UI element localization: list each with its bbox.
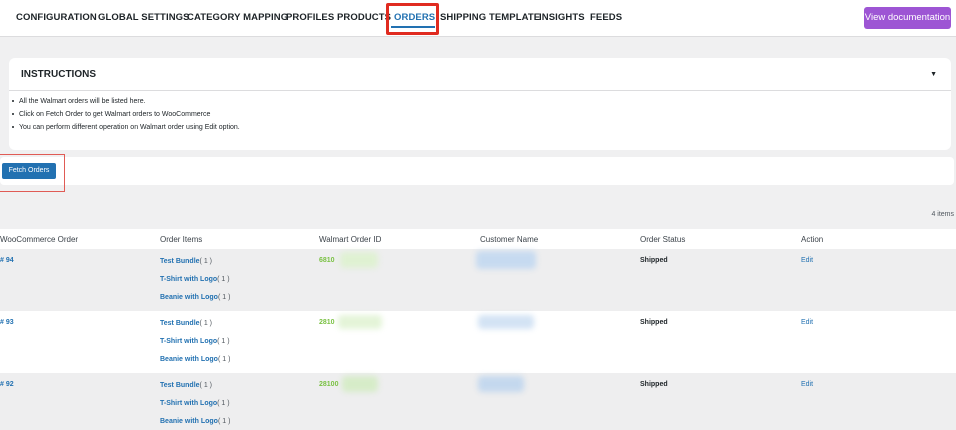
edit-link[interactable]: Edit	[801, 257, 813, 264]
instruction-item: You can perform different operation on W…	[12, 121, 240, 134]
bullet-icon	[12, 100, 14, 103]
header-walmart-order-id: Walmart Order ID	[319, 235, 382, 244]
view-documentation-button[interactable]: View documentation	[864, 7, 951, 29]
order-status: Shipped	[640, 257, 668, 264]
walmart-order-id: 2810	[319, 319, 335, 326]
nav-configuration[interactable]: CONFIGURATION	[16, 12, 97, 23]
instruction-item: Click on Fetch Order to get Walmart orde…	[12, 108, 240, 121]
item-link[interactable]: Test Bundle	[160, 258, 200, 265]
item-qty: ( 1 )	[217, 418, 231, 425]
item-qty: ( 1 )	[217, 356, 231, 363]
nav-feeds[interactable]: FEEDS	[590, 12, 622, 23]
item-qty: ( 1 )	[217, 338, 230, 345]
item-qty: ( 1 )	[199, 382, 212, 389]
edit-link[interactable]: Edit	[801, 319, 813, 326]
item-link[interactable]: Beanie with Logo	[160, 418, 218, 425]
bullet-icon	[12, 113, 14, 116]
item-link[interactable]: Test Bundle	[160, 382, 200, 389]
instruction-text: You can perform different operation on W…	[19, 124, 240, 131]
redacted-customer-name	[478, 376, 524, 392]
item-link[interactable]: Test Bundle	[160, 320, 200, 327]
header-woocommerce-order[interactable]: WooCommerce Order	[0, 235, 78, 244]
bullet-icon	[12, 126, 14, 129]
order-item: Test Bundle( 1 )	[160, 381, 230, 399]
fetch-orders-bar	[0, 157, 954, 185]
instruction-text: All the Walmart orders will be listed he…	[19, 98, 146, 105]
item-link[interactable]: Beanie with Logo	[160, 356, 218, 363]
table-row: # 93 Test Bundle( 1 ) T-Shirt with Logo(…	[0, 311, 956, 373]
instruction-item: All the Walmart orders will be listed he…	[12, 95, 240, 108]
item-link[interactable]: Beanie with Logo	[160, 294, 218, 301]
item-link[interactable]: T-Shirt with Logo	[160, 276, 217, 283]
order-item: Beanie with Logo( 1 )	[160, 293, 230, 311]
nav-category-mapping[interactable]: CATEGORY MAPPING	[187, 12, 288, 23]
items-count: 4 items	[931, 211, 954, 218]
order-number-link[interactable]: # 94	[0, 257, 14, 264]
order-items-cell: Test Bundle( 1 ) T-Shirt with Logo( 1 ) …	[160, 319, 230, 373]
fetch-highlight-box	[0, 154, 65, 192]
order-status: Shipped	[640, 319, 668, 326]
order-item: T-Shirt with Logo( 1 )	[160, 399, 230, 417]
instructions-panel: INSTRUCTIONS ▼ All the Walmart orders wi…	[9, 58, 951, 150]
header-customer-name: Customer Name	[480, 235, 539, 244]
redacted-order-id	[342, 376, 378, 392]
table-header: WooCommerce Order Order Items Walmart Or…	[0, 229, 956, 249]
walmart-order-id: 28100	[319, 381, 339, 388]
order-items-cell: Test Bundle( 1 ) T-Shirt with Logo( 1 ) …	[160, 257, 230, 311]
table-row: # 92 Test Bundle( 1 ) T-Shirt with Logo(…	[0, 373, 956, 430]
edit-link[interactable]: Edit	[801, 381, 813, 388]
redacted-order-id	[338, 315, 382, 329]
instruction-text: Click on Fetch Order to get Walmart orde…	[19, 111, 211, 118]
redacted-order-id	[340, 252, 378, 268]
instructions-title: INSTRUCTIONS	[21, 69, 96, 80]
nav-shipping-template[interactable]: SHIPPING TEMPLATE	[440, 12, 540, 23]
header-action: Action	[801, 235, 824, 244]
order-number-link[interactable]: # 92	[0, 381, 14, 388]
item-qty: ( 1 )	[217, 294, 231, 301]
nav-insights[interactable]: INSIGHTS	[539, 12, 585, 23]
nav-products[interactable]: PRODUCTS	[337, 12, 391, 23]
order-item: T-Shirt with Logo( 1 )	[160, 275, 230, 293]
divider	[9, 90, 951, 91]
order-items-cell: Test Bundle( 1 ) T-Shirt with Logo( 1 ) …	[160, 381, 230, 430]
item-qty: ( 1 )	[199, 258, 212, 265]
redacted-customer-name	[476, 251, 536, 269]
order-item: Beanie with Logo( 1 )	[160, 355, 230, 373]
order-item: T-Shirt with Logo( 1 )	[160, 337, 230, 355]
orders-table: WooCommerce Order Order Items Walmart Or…	[0, 229, 956, 430]
instructions-list: All the Walmart orders will be listed he…	[12, 95, 240, 134]
order-item: Test Bundle( 1 )	[160, 257, 230, 275]
caret-down-icon[interactable]: ▼	[930, 71, 937, 78]
order-number-link[interactable]: # 93	[0, 319, 14, 326]
nav-profiles[interactable]: PROFILES	[286, 12, 334, 23]
nav-global-settings[interactable]: GLOBAL SETTINGS	[98, 12, 190, 23]
item-link[interactable]: T-Shirt with Logo	[160, 338, 217, 345]
header-order-items: Order Items	[160, 235, 203, 244]
header-order-status: Order Status	[640, 235, 686, 244]
redacted-customer-name	[478, 315, 534, 329]
top-navigation: CONFIGURATION GLOBAL SETTINGS CATEGORY M…	[0, 0, 956, 37]
item-link[interactable]: T-Shirt with Logo	[160, 400, 217, 407]
item-qty: ( 1 )	[217, 400, 230, 407]
order-item: Test Bundle( 1 )	[160, 319, 230, 337]
order-status: Shipped	[640, 381, 668, 388]
item-qty: ( 1 )	[217, 276, 230, 283]
item-qty: ( 1 )	[199, 320, 212, 327]
table-row: # 94 Test Bundle( 1 ) T-Shirt with Logo(…	[0, 249, 956, 311]
order-item: Beanie with Logo( 1 )	[160, 417, 230, 430]
walmart-order-id: 6810	[319, 257, 335, 264]
orders-highlight-box	[386, 3, 439, 35]
